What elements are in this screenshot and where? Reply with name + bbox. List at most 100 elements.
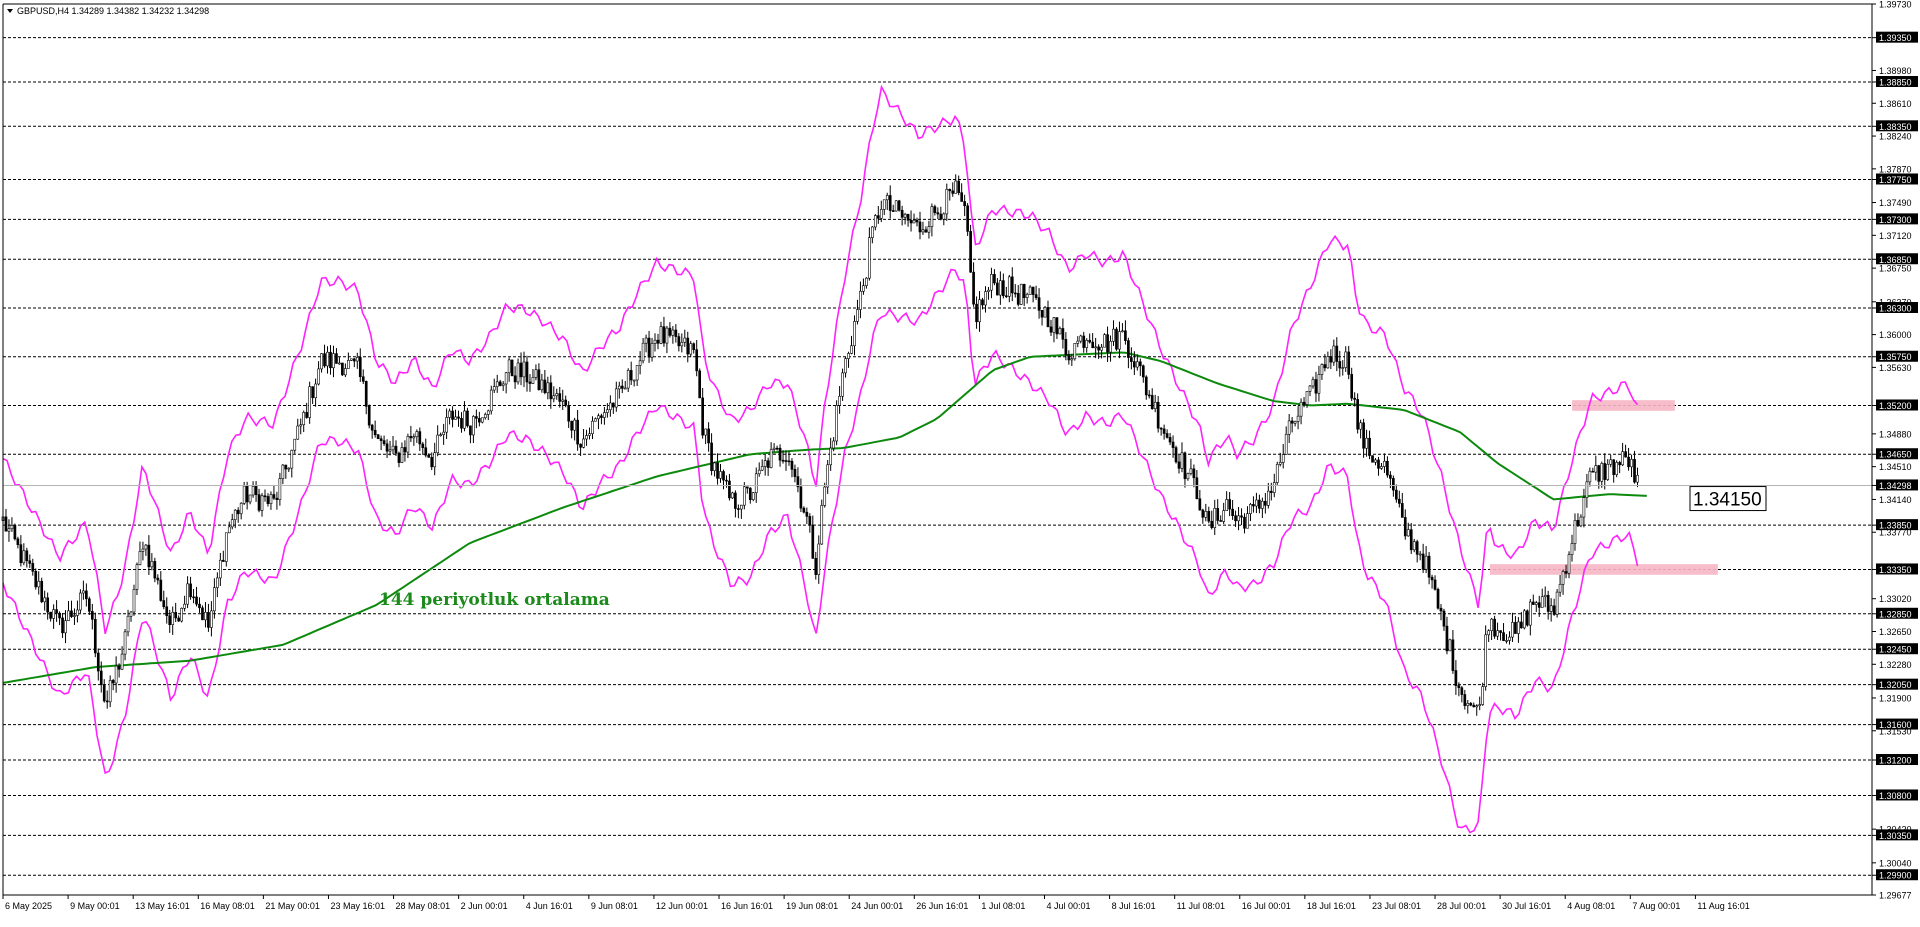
candle-body	[790, 460, 794, 470]
candle-body	[1067, 354, 1071, 361]
candle-body	[1380, 466, 1383, 469]
candle-body	[632, 379, 636, 382]
candle-body	[85, 590, 88, 600]
candle-body	[1225, 499, 1228, 511]
candle-body	[67, 610, 70, 621]
x-tick-label: 26 Jun 16:01	[916, 901, 968, 911]
candle-body	[737, 508, 740, 510]
candle-body	[1350, 374, 1354, 399]
candle-body	[61, 617, 64, 634]
candle-body	[942, 213, 946, 220]
candle-body	[412, 436, 416, 439]
candle-body	[1514, 622, 1517, 634]
candle-body	[1192, 468, 1196, 479]
candle-body	[1261, 500, 1264, 509]
candle-body	[629, 370, 633, 381]
candle-body	[817, 543, 821, 575]
candle-body	[218, 559, 222, 579]
candle-body	[76, 609, 79, 616]
candle-body	[1019, 283, 1023, 305]
candle-body	[236, 509, 240, 515]
candle-body	[126, 615, 130, 633]
y-tick-label: 1.29677	[1879, 891, 1912, 901]
candle-body	[1311, 379, 1315, 387]
candle-body	[480, 417, 484, 423]
candle-body	[1284, 433, 1288, 455]
candle-body	[221, 559, 225, 562]
candle-body	[734, 492, 737, 509]
y-tick-label: 1.36750	[1879, 264, 1912, 274]
candle-body	[1612, 459, 1616, 475]
candle-body	[102, 684, 106, 702]
candle-body	[1493, 618, 1496, 637]
candle-body	[1528, 601, 1532, 626]
y-tick-label: 1.34650	[1879, 450, 1912, 460]
candle-body	[1088, 339, 1092, 343]
candle-body	[183, 603, 186, 609]
candle-body	[195, 596, 198, 605]
candle-body	[230, 519, 234, 528]
candle-body	[355, 357, 359, 362]
x-tick-label: 8 Jul 16:01	[1112, 901, 1156, 911]
candle-body	[394, 445, 398, 454]
candle-body	[594, 418, 597, 422]
candle-body	[841, 372, 844, 397]
candle-body	[186, 583, 189, 605]
candle-body	[278, 478, 282, 501]
candle-body	[1508, 636, 1511, 641]
candle-body	[451, 410, 454, 420]
candle-body	[519, 362, 523, 378]
candle-body	[1335, 345, 1339, 362]
candle-body	[1457, 685, 1461, 689]
candle-body	[415, 431, 419, 437]
candle-body	[1204, 511, 1208, 518]
y-tick-label: 1.37490	[1879, 198, 1912, 208]
candle-body	[424, 447, 428, 456]
candle-body	[504, 372, 508, 385]
candle-body	[924, 229, 928, 233]
y-tick-label: 1.34880	[1879, 429, 1912, 439]
candle-body	[1517, 621, 1520, 634]
candle-body	[865, 277, 868, 286]
x-tick-label: 30 Jul 16:01	[1502, 901, 1551, 911]
candle-body	[1356, 399, 1359, 430]
candle-body	[1022, 283, 1026, 299]
candle-body	[966, 205, 969, 232]
candle-body	[975, 303, 978, 323]
candle-body	[1073, 343, 1077, 360]
candle-body	[659, 326, 663, 344]
x-tick-label: 16 Jun 16:01	[721, 901, 773, 911]
candle-body	[1299, 401, 1303, 417]
candle-body	[909, 219, 913, 224]
candle-body	[156, 577, 160, 581]
candle-body	[1171, 441, 1175, 448]
candle-body	[1278, 462, 1282, 465]
candle-body	[1585, 481, 1589, 498]
candle-body	[1293, 421, 1297, 424]
chart[interactable]: 1.39730 1.39350 1.389801.38850 1.38610 1.383…	[0, 0, 1920, 927]
candle-body	[1302, 401, 1306, 405]
candle-body	[162, 600, 166, 608]
candle-body	[912, 219, 916, 224]
candle-body	[409, 436, 413, 439]
candle-body	[1219, 520, 1223, 522]
candle-body	[799, 486, 803, 509]
y-tick-label: 1.31900	[1879, 693, 1912, 703]
candle-body	[433, 452, 437, 468]
candle-body	[55, 609, 58, 614]
y-tick-label: 1.32650	[1879, 627, 1912, 637]
x-tick-label: 19 Jun 08:01	[786, 901, 838, 911]
candle-body	[1106, 334, 1109, 353]
candle-body	[945, 188, 949, 215]
candle-body	[1347, 351, 1351, 375]
candle-body	[430, 457, 434, 468]
candle-body	[808, 516, 812, 526]
candle-body	[1487, 630, 1490, 636]
candle-body	[1004, 295, 1008, 298]
y-tick-label: 1.31200	[1879, 756, 1912, 766]
candle-body	[308, 386, 311, 418]
candle-body	[921, 229, 925, 233]
y-tick-label: 1.38350	[1879, 122, 1912, 132]
candle-body	[251, 486, 255, 496]
candle-body	[1287, 420, 1291, 435]
